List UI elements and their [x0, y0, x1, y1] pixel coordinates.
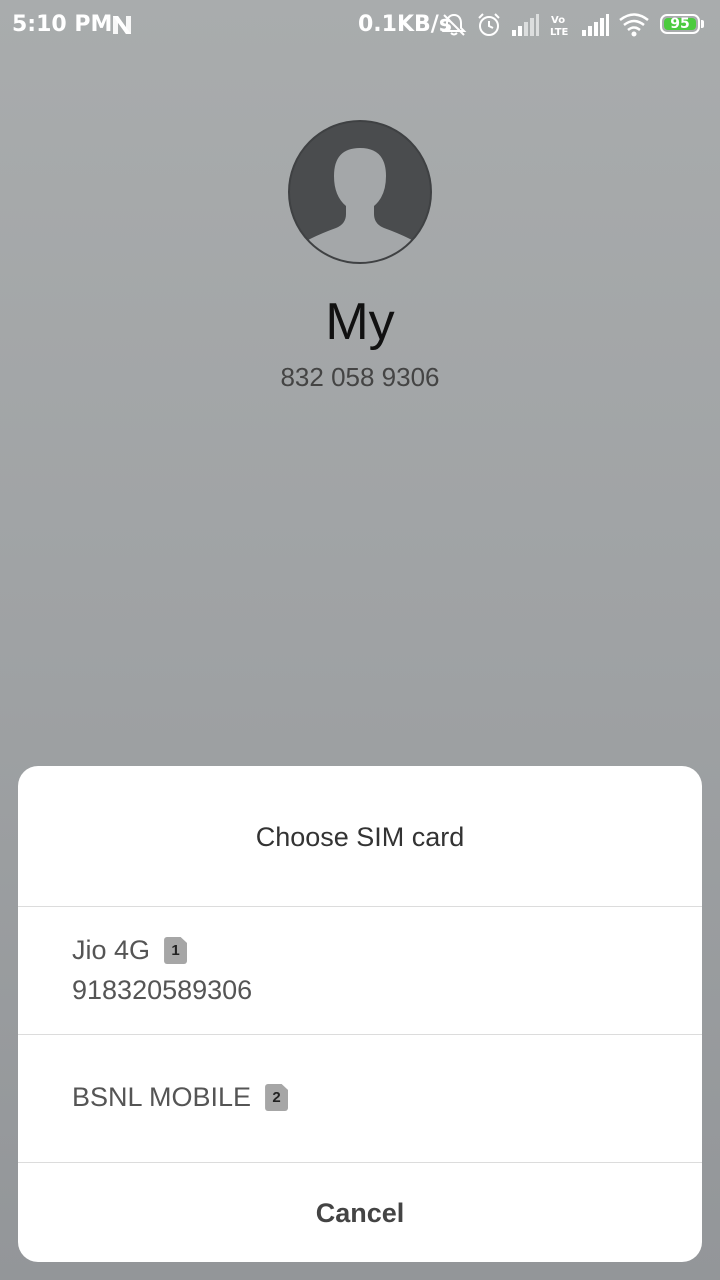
dialog-title: Choose SIM card	[255, 822, 465, 852]
volte-icon: Vo LTE	[550, 15, 569, 38]
signal-icon	[512, 14, 539, 36]
battery-icon: 95	[660, 14, 706, 36]
sim-slot-number: 1	[171, 942, 180, 959]
avatar-placeholder-icon	[288, 120, 432, 264]
choose-sim-dialog: Choose SIM card Jio 4G 1 918320589306 BS…	[18, 766, 702, 1262]
status-time: 5:10 PM	[12, 12, 113, 37]
cancel-button[interactable]: Cancel	[18, 1163, 702, 1262]
wifi-icon	[619, 13, 649, 37]
bell-off-icon	[441, 13, 467, 36]
sim-number: 918320589306	[72, 975, 253, 1005]
sim-name: BSNL MOBILE	[72, 1082, 252, 1112]
sim-option-2[interactable]: BSNL MOBILE 2	[18, 1035, 702, 1162]
n-notification-icon	[113, 16, 131, 34]
sim-card-icon: 2	[265, 1084, 289, 1111]
contact-name: My	[325, 293, 395, 351]
svg-text:LTE: LTE	[550, 27, 569, 38]
sim-card-icon: 1	[164, 937, 188, 964]
signal-icon	[582, 14, 609, 36]
alarm-icon	[478, 13, 500, 36]
sim-option-1[interactable]: Jio 4G 1 918320589306	[18, 907, 702, 1034]
battery-level: 95	[664, 17, 696, 31]
contact-number: 832 058 9306	[280, 362, 440, 392]
net-speed: 0.1KB/s	[358, 12, 452, 37]
sim-name: Jio 4G	[72, 935, 151, 965]
screen: 5:10 PM 0.1KB/s Vo LTE 95 My 832 058 930…	[0, 0, 720, 1280]
svg-text:Vo: Vo	[551, 15, 565, 26]
sim-slot-number: 2	[272, 1089, 281, 1106]
status-bar: 5:10 PM 0.1KB/s Vo LTE 95	[0, 0, 720, 50]
